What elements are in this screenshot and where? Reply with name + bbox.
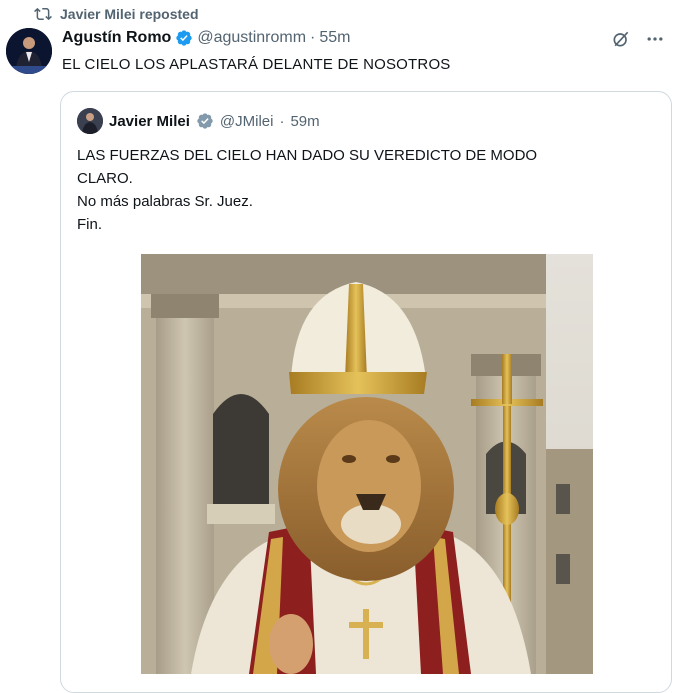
quoted-author-name[interactable]: Javier Milei (109, 113, 190, 130)
tweet-actions (610, 28, 666, 50)
quoted-text-line: LAS FUERZAS DEL CIELO HAN DADO SU VEREDI… (77, 147, 538, 164)
quoted-tweet-header: Javier Milei @JMilei · 59m (77, 108, 320, 134)
tweet-header: Agustín Romo @agustinromm · 55m (62, 29, 351, 47)
repost-indicator[interactable]: Javier Milei reposted (34, 4, 199, 24)
more-icon[interactable] (644, 28, 666, 50)
tweet-image[interactable] (141, 254, 593, 674)
quoted-tweet[interactable]: Javier Milei @JMilei · 59m LAS FUERZAS D… (60, 91, 672, 693)
author-name[interactable]: Agustín Romo (62, 29, 171, 47)
verified-badge-icon[interactable] (196, 112, 214, 130)
separator-dot: · (310, 29, 316, 46)
quoted-author-handle[interactable]: @JMilei (220, 113, 274, 130)
quoted-avatar[interactable] (77, 108, 103, 134)
avatar[interactable] (6, 28, 52, 74)
separator-dot: · (279, 112, 285, 130)
quoted-text-line: No más palabras Sr. Juez. (77, 193, 253, 210)
verified-badge-icon[interactable] (175, 29, 193, 47)
author-handle[interactable]: @agustinromm (197, 29, 306, 47)
repost-icon (34, 7, 52, 21)
quoted-text-line: CLARO. (77, 170, 133, 187)
quoted-text-line: Fin. (77, 216, 103, 233)
grok-icon[interactable] (610, 28, 632, 50)
tweet-text: EL CIELO LOS APLASTARÁ DELANTE DE NOSOTR… (62, 56, 451, 73)
quoted-tweet-time[interactable]: 59m (290, 113, 319, 130)
tweet-time[interactable]: 55m (319, 29, 350, 47)
repost-label: Javier Milei reposted (60, 6, 199, 22)
quoted-tweet-text: LAS FUERZAS DEL CIELO HAN DADO SU VEREDI… (77, 144, 637, 236)
